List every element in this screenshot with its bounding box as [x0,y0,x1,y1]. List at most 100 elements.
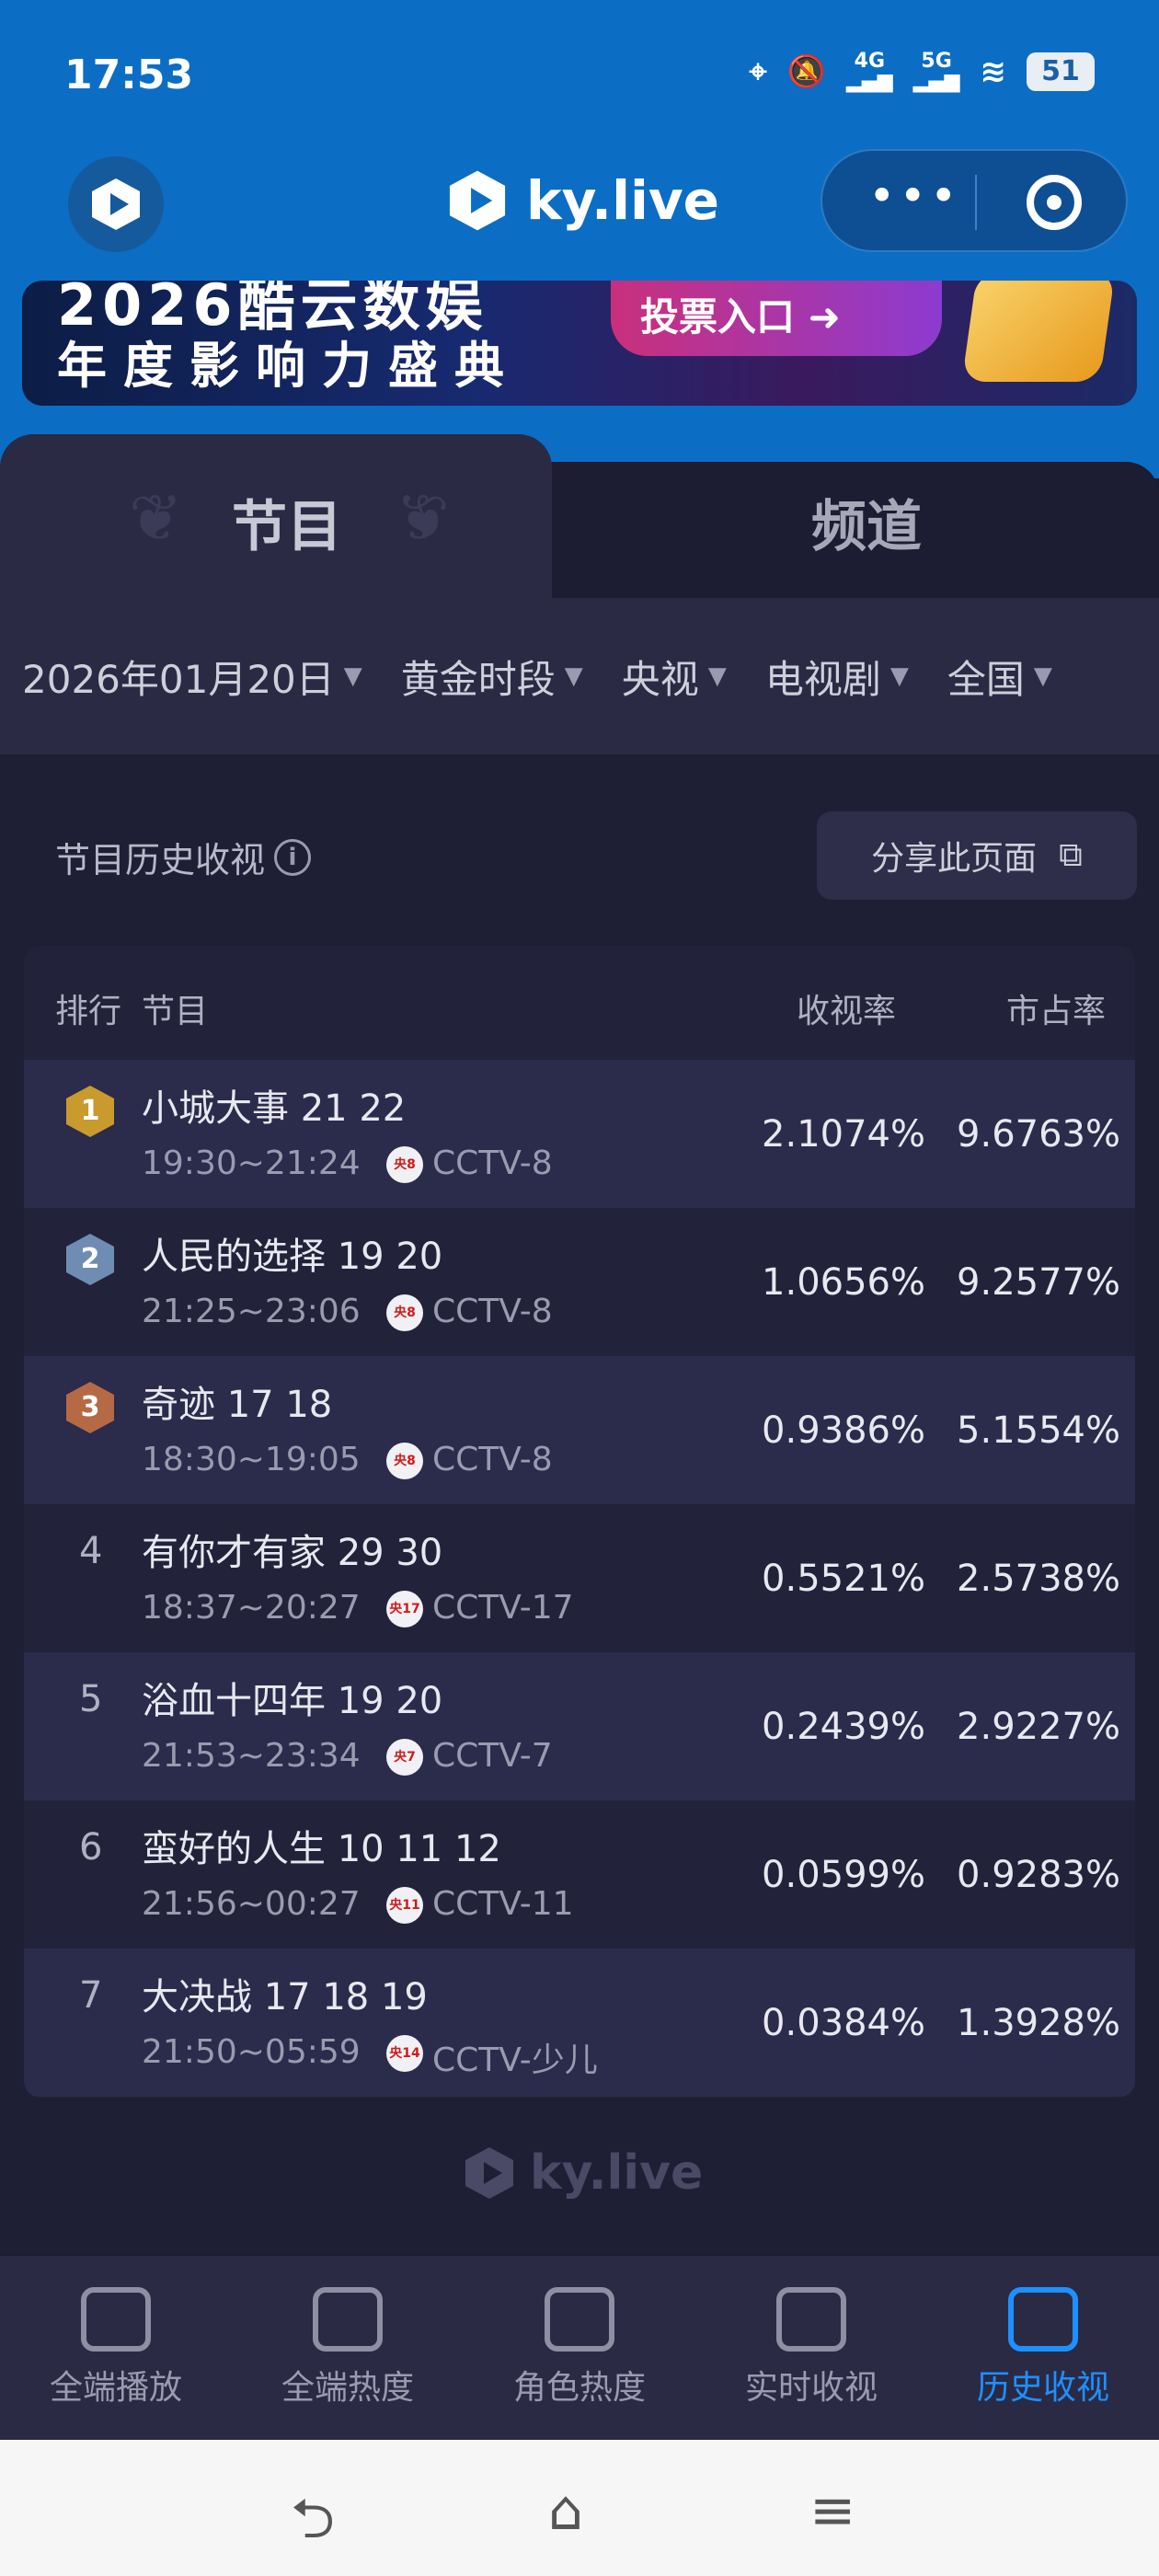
nav-item[interactable]: 历史收视 [933,2287,1153,2409]
nav-label: 实时收视 [744,2369,878,2407]
program-name[interactable]: 浴血十四年 19 20 [142,1671,442,1724]
channel-name: CCTV-8 [432,1144,553,1182]
tab-bar: ❦ ❦ 节目 频道 [0,434,1159,600]
nav-label: 全端播放 [49,2369,182,2407]
filter-timeslot[interactable]: 黄金时段 ▼ [401,649,583,705]
rank-medal-icon: 2 [66,1234,114,1285]
channel-name: CCTV-17 [432,1589,574,1627]
channel-logo-icon: 央8 [386,1294,423,1331]
channel-logo-icon: 央8 [386,1443,423,1479]
wifi-icon: ≋ [980,53,1007,90]
program-name[interactable]: 人民的选择 19 20 [142,1226,442,1280]
program-time: 21:53~23:34 [142,1737,361,1775]
system-nav-bar: ⮌ ⌂ ≡ [0,2440,1159,2576]
program-name[interactable]: 大决战 17 18 19 [142,1967,428,2020]
share-page-button[interactable]: 分享此页面 ⧉ [817,811,1137,900]
caret-down-icon: ▼ [564,662,583,690]
table-row[interactable]: 3 奇迹 17 18 18:30~19:05 央8 CCTV-8 0.9386% 5.155… [24,1356,1135,1504]
tv-icon [776,2287,846,2352]
tab-channel-label[interactable]: 频道 [811,482,922,562]
channel-name: CCTV-8 [432,1441,553,1478]
table-row[interactable]: 6 蛮好的人生 10 11 12 21:56~00:27 央11 CCTV-11 0.05… [24,1800,1135,1949]
status-icons: ⌖ 🔕 4G ▂▄▆ 5G ▂▄▆ ≋ 51 [749,52,1095,92]
caret-down-icon: ▼ [1033,662,1052,690]
play-stats-icon [81,2287,151,2352]
location-icon: ⌖ [749,53,767,90]
filter-region[interactable]: 全国 ▼ [947,649,1052,705]
caret-down-icon: ▼ [707,662,727,690]
info-icon[interactable]: i [274,838,312,876]
back-icon[interactable]: ⮌ [291,2478,335,2572]
brand-logo-icon [449,170,506,231]
home-icon[interactable]: ⌂ [548,2478,583,2543]
footer-logo-icon [465,2147,513,2199]
ratings-table: 排行 节目 收视率 市占率 1 小城大事 21 22 19:30~21:24 央8 CC… [24,946,1135,2098]
share-value: 0.9283% [957,1854,1120,1896]
filter-bar: 2026年01月20日 ▼ 黄金时段 ▼ 央视 ▼ 电视剧 ▼ 全国 ▼ [0,598,1159,754]
menu-icon[interactable]: ≡ [809,2478,855,2543]
channel-logo-icon: 央11 [386,1887,423,1924]
mini-program-capsule: ••• [820,149,1128,252]
tab-program-label[interactable]: 节目 [232,482,342,562]
signal-5g-icon: 5G ▂▄▆ [912,50,960,93]
external-link-icon: ⧉ [1059,836,1083,874]
brand: ky.live [443,164,719,237]
table-row[interactable]: 2 人民的选择 19 20 21:25~23:06 央8 CCTV-8 1.0656% 9.… [24,1208,1135,1356]
header-program: 节目 [142,993,209,1030]
channel-name: CCTV-7 [432,1737,553,1775]
header-share[interactable]: 市占率 [1006,984,1106,1032]
nav-item[interactable]: 全端热度 [237,2287,458,2409]
more-icon[interactable]: ••• [868,169,960,223]
nav-item[interactable]: 全端播放 [6,2287,226,2409]
status-bar: 17:53 ⌖ 🔕 4G ▂▄▆ 5G ▂▄▆ ≋ 51 [0,0,1159,147]
brand-name: ky.live [526,169,719,232]
nav-label: 历史收视 [976,2369,1109,2407]
table-row[interactable]: 5 浴血十四年 19 20 21:53~23:34 央7 CCTV-7 0.2439% 2.… [24,1652,1135,1800]
channel-name: CCTV-少儿 [432,2041,598,2079]
table-row[interactable]: 4 有你才有家 29 30 18:37~20:27 央17 CCTV-17 0.5521%… [24,1504,1135,1652]
rating-value: 1.0656% [762,1261,925,1304]
nav-label: 角色热度 [512,2369,646,2407]
table-row[interactable]: 1 小城大事 21 22 19:30~21:24 央8 CCTV-8 2.1074% 9.6… [24,1060,1135,1208]
share-value: 5.1554% [957,1409,1120,1452]
channel-name: CCTV-11 [432,1885,574,1923]
nav-item[interactable]: 角色热度 [469,2287,690,2409]
header-rating[interactable]: 收视率 [797,984,896,1032]
event-banner[interactable]: 2026酷云数娱 年度影响力盛典 投票入口 ➜ [22,281,1137,406]
program-name[interactable]: 有你才有家 29 30 [142,1523,442,1576]
program-name[interactable]: 小城大事 21 22 [142,1078,406,1132]
signal-4g-icon: 4G ▂▄▆ [845,50,893,93]
rating-value: 0.2439% [762,1706,925,1748]
history-icon [1008,2287,1078,2352]
filter-broadcaster[interactable]: 央视 ▼ [622,649,727,705]
program-time: 19:30~21:24 [142,1144,361,1182]
banner-logo-icon [961,281,1116,382]
channel-name: CCTV-8 [432,1293,553,1330]
app-logo-button[interactable] [68,156,164,252]
close-target-icon[interactable] [1027,175,1082,230]
program-time: 18:37~20:27 [142,1589,361,1627]
program-name[interactable]: 蛮好的人生 10 11 12 [142,1819,501,1872]
program-name[interactable]: 奇迹 17 18 [142,1374,332,1428]
vote-button[interactable]: 投票入口 ➜ [611,281,942,356]
rating-value: 2.1074% [762,1113,925,1156]
rating-value: 0.0384% [762,2002,925,2044]
rank-medal-icon: 1 [66,1086,114,1137]
banner-title-line2: 年度影响力盛典 [57,337,521,395]
filter-genre[interactable]: 电视剧 ▼ [765,649,909,705]
ky-logo-icon [92,178,140,230]
filter-date[interactable]: 2026年01月20日 ▼ [22,649,362,705]
rank-number: 6 [79,1826,103,1869]
mute-icon: 🔕 [786,53,826,90]
share-value: 9.6763% [957,1113,1120,1156]
program-time: 21:56~00:27 [142,1885,361,1923]
nav-label: 全端热度 [281,2369,414,2407]
laurel-right-icon: ❦ [396,480,450,556]
footer-brand: ky.live [460,2144,703,2202]
table-row[interactable]: 7 大决战 17 18 19 21:50~05:59 央14 CCTV-少儿 0.0384… [24,1949,1135,2097]
nav-item[interactable]: 实时收视 [701,2287,922,2409]
section-title: 节目历史收视 i [55,832,312,882]
app-bar: ky.live ••• [0,147,1159,258]
header-rank: 排行 [55,993,122,1030]
bottom-nav: 全端播放 全端热度 角色热度 实时收视 历史收视 [0,2256,1159,2440]
